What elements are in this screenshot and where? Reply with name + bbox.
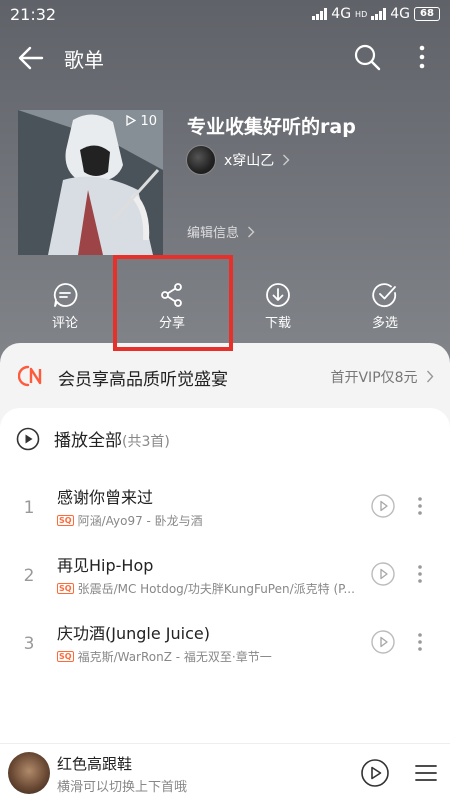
creator-link[interactable]: x穿山乙: [186, 145, 290, 175]
song-title: 再见Hip-Hop: [57, 556, 154, 575]
battery-icon: 68: [414, 7, 440, 21]
edit-info-link[interactable]: 编辑信息: [187, 222, 255, 241]
song-title: 庆功酒(Jungle Juice): [57, 624, 210, 643]
creator-name: x穿山乙: [224, 153, 275, 169]
checkmark-circle-icon: [372, 283, 397, 308]
song-row[interactable]: 2 再见Hip-Hop SQ 张震岳/MC Hotdog/功夫胖KungFuPe…: [0, 542, 450, 610]
vip-banner[interactable]: 会员享高品质听觉盛宴 首开VIP仅8元: [0, 343, 450, 409]
song-meta: SQ 张震岳/MC Hotdog/功夫胖KungFuPen/派克特 (P...: [57, 580, 362, 597]
status-bar: 21:32 4G HD 4G 68: [0, 0, 450, 30]
swipe-hint: 横滑可以切换上下首哦: [57, 780, 188, 795]
play-mv-icon[interactable]: [371, 494, 395, 518]
chevron-right-icon: [248, 226, 255, 238]
sq-badge: SQ: [57, 651, 74, 662]
now-playing-title: 红色高跟鞋: [57, 755, 133, 773]
comment-label: 评论: [51, 316, 78, 331]
edit-info-label: 编辑信息: [187, 226, 240, 241]
page-title: 歌单: [64, 48, 104, 72]
comment-button[interactable]: 评论: [35, 282, 95, 331]
now-playing-cover[interactable]: [8, 752, 50, 794]
song-meta: SQ 福克斯/WarRonZ - 福无双至·章节一: [57, 648, 362, 665]
vip-promo-label: 首开VIP仅8元: [330, 370, 418, 386]
sq-badge: SQ: [57, 583, 74, 594]
download-icon: [266, 283, 290, 307]
song-list: 播放全部(共3首) 1 感谢你曾来过 SQ 阿涵/Ayo97 - 卧龙与酒 2 …: [0, 408, 450, 800]
comment-icon: [53, 283, 78, 307]
chevron-right-icon: [283, 154, 290, 166]
play-circle-icon: [16, 427, 40, 450]
song-title: 感谢你曾来过: [57, 488, 154, 507]
download-label: 下载: [264, 316, 291, 331]
play-icon[interactable]: [360, 758, 390, 788]
song-count: (共3首): [122, 434, 170, 450]
creator-avatar: [186, 145, 216, 175]
highlight-box: [113, 255, 233, 351]
top-bar: 歌单: [0, 36, 450, 80]
hd-label: HD: [355, 9, 368, 19]
play-count-icon: [126, 114, 137, 127]
song-artist: 张震岳/MC Hotdog/功夫胖KungFuPen/派克特 (P...: [77, 582, 355, 596]
song-row[interactable]: 1 感谢你曾来过 SQ 阿涵/Ayo97 - 卧龙与酒: [0, 474, 450, 542]
playlist-cover[interactable]: 10: [18, 110, 163, 255]
multiselect-button[interactable]: 多选: [355, 282, 415, 331]
playlist-title: 专业收集好听的rap: [187, 116, 356, 138]
status-time: 21:32: [10, 5, 57, 24]
cover-artwork: [18, 110, 163, 255]
play-mv-icon[interactable]: [371, 562, 395, 586]
signal-icon: [312, 8, 328, 20]
search-icon[interactable]: [352, 42, 382, 72]
mini-player[interactable]: 红色高跟鞋 横滑可以切换上下首哦: [0, 743, 450, 800]
signal-icon-2: [371, 8, 387, 20]
more-vertical-icon[interactable]: [414, 630, 426, 654]
song-index: 3: [23, 634, 35, 654]
play-mv-icon[interactable]: [371, 630, 395, 654]
play-count-value: 10: [140, 114, 157, 129]
sq-badge: SQ: [57, 515, 74, 526]
song-artist: 福克斯/WarRonZ - 福无双至·章节一: [77, 650, 272, 664]
vip-promo: 首开VIP仅8元: [330, 367, 434, 387]
song-meta: SQ 阿涵/Ayo97 - 卧龙与酒: [57, 512, 362, 529]
status-indicators: 4G HD 4G 68: [312, 6, 440, 22]
song-index: 2: [23, 566, 35, 586]
vip-text: 会员享高品质听觉盛宴: [58, 370, 228, 390]
network-label-1: 4G: [331, 6, 352, 22]
more-vertical-icon[interactable]: [412, 42, 432, 72]
multiselect-label: 多选: [371, 316, 398, 331]
song-artist: 阿涵/Ayo97 - 卧龙与酒: [77, 514, 203, 528]
network-label-2: 4G: [390, 6, 410, 22]
playlist-queue-icon[interactable]: [414, 761, 438, 785]
more-vertical-icon[interactable]: [414, 494, 426, 518]
download-button[interactable]: 下载: [248, 282, 308, 331]
chevron-right-icon: [426, 370, 434, 383]
back-arrow-icon[interactable]: [16, 44, 48, 72]
play-count: 10: [125, 114, 157, 129]
song-index: 1: [23, 498, 35, 518]
more-vertical-icon[interactable]: [414, 562, 426, 586]
play-all-label: 播放全部: [54, 431, 122, 451]
song-row[interactable]: 3 庆功酒(Jungle Juice) SQ 福克斯/WarRonZ - 福无双…: [0, 610, 450, 678]
vip-logo-icon: [18, 365, 42, 387]
play-all-button[interactable]: 播放全部(共3首): [16, 426, 170, 451]
